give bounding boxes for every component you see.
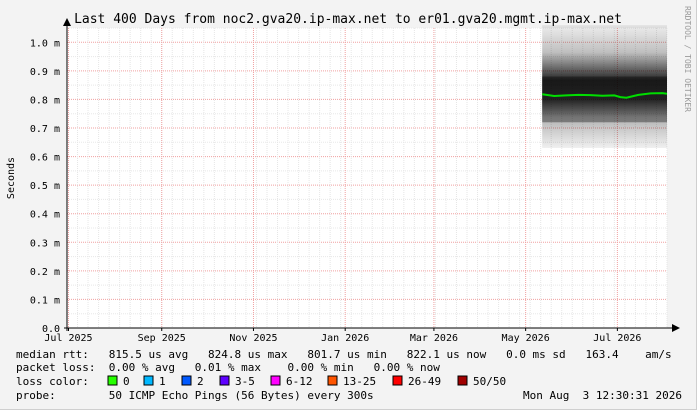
loss-color-legend: 0 1 2 3-5 6-12 13-25 26-49 50/50 (107, 375, 506, 388)
loss-color-swatch (107, 375, 118, 386)
x-tick-label: Jul 2025 (44, 333, 92, 344)
loss-color-swatch (327, 375, 338, 386)
loss-color-swatch (143, 375, 154, 386)
y-tick-label: 0.2 m (30, 267, 60, 278)
smoke-dense-core (542, 76, 667, 123)
probe-line: probe: 50 ICMP Echo Pings (56 Bytes) eve… (16, 389, 374, 402)
loss-color-swatch (457, 375, 468, 386)
x-tick-label: May 2026 (502, 333, 550, 344)
loss-color-label-item: 13-25 (343, 375, 376, 388)
smokeping-graph: 0.0 0.1 m 0.2 m 0.3 m 0.4 m 0.5 m 0.6 m 0.7 m 0.… (0, 0, 697, 410)
smoke-band (542, 25, 667, 149)
x-tick-label: Mar 2026 (410, 333, 458, 344)
loss-color-label-item: 26-49 (408, 375, 441, 388)
x-tick-label: Nov 2025 (229, 333, 277, 344)
y-tick-label: 0.4 m (30, 210, 60, 221)
x-axis-arrow (672, 324, 680, 332)
y-tick-label: 0.3 m (30, 238, 60, 249)
chart-title: Last 400 Days from noc2.gva20.ip-max.net… (74, 12, 622, 27)
y-axis-arrow (63, 18, 71, 26)
x-tick-label: Sep 2025 (138, 333, 186, 344)
loss-color-label-item: 2 (197, 375, 204, 388)
y-tick-label: 0.9 m (30, 67, 60, 78)
x-tick-labels: Jul 2025 Sep 2025 Nov 2025 Jan 2026 Mar 2026… (44, 328, 641, 344)
loss-color-label-item: 6-12 (286, 375, 313, 388)
x-tick-label: Jul 2026 (593, 333, 641, 344)
median-rtt-line: median rtt: 815.5 us avg 824.8 us max 80… (16, 348, 672, 361)
loss-color-label-item: 3-5 (235, 375, 255, 388)
y-tick-label: 0.6 m (30, 153, 60, 164)
y-tick-label: 0.1 m (30, 295, 60, 306)
y-axis-label: Seconds (6, 157, 17, 199)
x-tick-label: Jan 2026 (321, 333, 369, 344)
y-tick-label: 0.8 m (30, 95, 60, 106)
chart-canvas: 0.00.1 m0.2 m0.3 m0.4 m0.5 m0.6 m0.7 m0.… (6, 6, 692, 402)
loss-color-label-item: 50/50 (473, 375, 506, 388)
loss-color-swatch (392, 375, 403, 386)
loss-color-swatch (219, 375, 230, 386)
packet-loss-line: packet loss: 0.00 % avg 0.01 % max 0.00 … (16, 361, 440, 374)
graph-timestamp: Mon Aug 3 12:30:31 2026 (523, 389, 682, 402)
loss-color-swatch (181, 375, 192, 386)
y-tick-label: 0.5 m (30, 181, 60, 192)
loss-color-label-item: 0 (123, 375, 130, 388)
loss-color-swatch (270, 375, 281, 386)
loss-color-label: loss color: (16, 375, 89, 388)
y-tick-labels: 0.00.1 m0.2 m0.3 m0.4 m0.5 m0.6 m0.7 m0.… (30, 38, 60, 335)
y-tick-label: 1.0 m (30, 38, 60, 49)
loss-color-label-item: 1 (159, 375, 166, 388)
y-tick-label: 0.7 m (30, 124, 60, 135)
rrdtool-credit: RRDTOOL / TOBI OETIKER (683, 6, 692, 112)
